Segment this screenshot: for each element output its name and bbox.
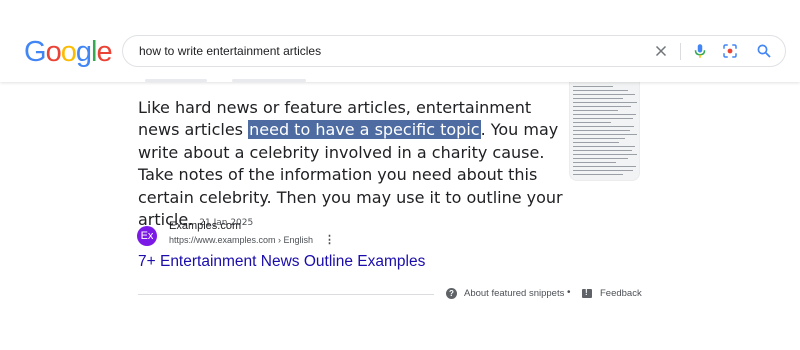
thumbnail-text-line: [573, 86, 613, 88]
more-options-icon[interactable]: ⋮: [324, 233, 335, 246]
thumbnail-text-line: [573, 158, 628, 160]
thumbnail-text-line: [573, 142, 619, 144]
snippet-highlight: need to have a specific topic: [248, 120, 481, 140]
thumbnail-text-line: [573, 126, 634, 128]
logo-letter: G: [24, 36, 47, 68]
thumbnail-text-line: [573, 118, 633, 120]
thumbnail-text-line: [573, 106, 631, 108]
logo-letter: e: [96, 36, 112, 68]
site-favicon[interactable]: Ex: [137, 226, 157, 246]
thumbnail-text-line: [573, 162, 616, 164]
close-icon[interactable]: [652, 42, 670, 60]
mic-icon[interactable]: [691, 42, 709, 60]
google-logo[interactable]: Google: [24, 36, 113, 69]
search-header: Google how to write entertainment articl…: [0, 0, 800, 82]
thumbnail-text-line: [573, 94, 635, 96]
thumbnail-text-line: [573, 98, 623, 100]
thumbnail-text-line: [573, 90, 628, 92]
filter-chip-edge: [145, 79, 207, 82]
snippet-thumbnail[interactable]: [569, 82, 640, 181]
site-name[interactable]: Examples.com: [169, 220, 241, 232]
thumbnail-text-line: [573, 134, 637, 136]
thumbnail-text-line: [573, 122, 611, 124]
search-divider: [680, 43, 681, 60]
thumbnail-text-line: [573, 150, 632, 152]
search-box[interactable]: how to write entertainment articles: [122, 35, 786, 67]
feedback-icon[interactable]: [582, 288, 592, 298]
about-featured-snippets-link[interactable]: About featured snippets: [464, 288, 564, 299]
filter-chip-edge: [232, 79, 306, 82]
logo-letter: g: [75, 36, 92, 68]
thumbnail-text-line: [573, 170, 633, 172]
thumbnail-text-line: [573, 130, 630, 132]
lens-icon[interactable]: [721, 42, 739, 60]
divider: [138, 294, 434, 295]
search-input[interactable]: how to write entertainment articles: [139, 44, 321, 58]
thumbnail-text-line: [573, 154, 637, 156]
feedback-link[interactable]: Feedback: [600, 288, 642, 299]
thumbnail-text-line: [573, 174, 623, 176]
logo-letter: o: [60, 36, 77, 68]
featured-snippet-text: Like hard news or feature articles, ente…: [138, 97, 563, 234]
thumbnail-text-line: [573, 146, 635, 148]
thumbnail-text-line: [573, 138, 625, 140]
search-icon[interactable]: [755, 42, 773, 60]
thumbnail-text-line: [573, 110, 618, 112]
thumbnail-text-line: [573, 102, 637, 104]
thumbnail-text-line: [573, 114, 636, 116]
separator-dot: •: [567, 287, 571, 298]
help-icon[interactable]: ?: [446, 288, 457, 299]
logo-letter: o: [45, 36, 62, 68]
site-url[interactable]: https://www.examples.com › English: [169, 235, 313, 245]
result-title-link[interactable]: 7+ Entertainment News Outline Examples: [138, 253, 425, 271]
thumbnail-text-line: [573, 166, 636, 168]
